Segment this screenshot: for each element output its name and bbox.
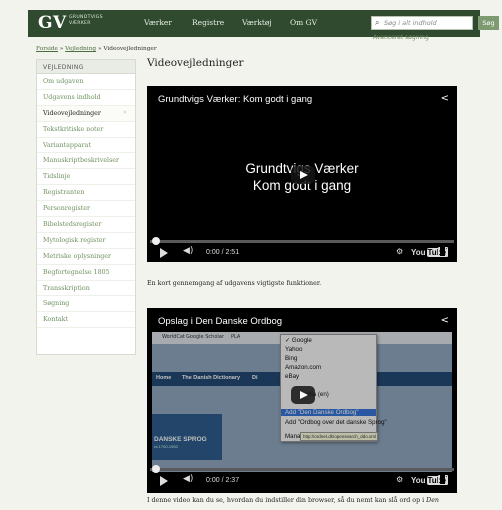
site-header: GV GRUNDTVIGS VÆRKER Værker Registre Vær… [0, 0, 502, 44]
video-player-den-danske-ordbog[interactable]: Opslag i Den Danske Ordbog < WorldCat Go… [147, 308, 457, 493]
play-button[interactable] [291, 386, 315, 404]
gear-icon[interactable]: ⚙ [396, 247, 403, 256]
sidebar-item-tekstkritiske-noter[interactable]: Tekstkritiske noter [37, 122, 135, 138]
page-title: Videovejledninger [147, 57, 244, 69]
logo-subtitle: GRUNDTVIGS VÆRKER [69, 15, 103, 27]
video-title[interactable]: Grundtvigs Værker: Kom godt i gang [158, 94, 312, 105]
breadcrumb-current: Videovejledninger [103, 46, 157, 52]
nav-vaerker[interactable]: Værker [144, 18, 172, 27]
volume-icon[interactable]: ◀) [183, 246, 193, 256]
nav-om-gv[interactable]: Om GV [290, 18, 317, 27]
progress-bar[interactable] [150, 237, 454, 245]
header-bar: GV GRUNDTVIGS VÆRKER Værker Registre Vær… [28, 10, 499, 37]
video-title[interactable]: Opslag i Den Danske Ordbog [158, 316, 282, 327]
logo-subtitle-line2: VÆRKER [69, 21, 91, 26]
video-controls: ◀) 0:00 / 2:51 ⚙ You Tube [147, 244, 457, 262]
progress-bar[interactable] [150, 465, 454, 473]
nav-registre[interactable]: Registre [192, 18, 224, 27]
sidebar-item-udgavens-indhold[interactable]: Udgavens indhold [37, 90, 135, 106]
breadcrumb: Forside » Vejledning » Videovejledninger [36, 46, 157, 52]
sidebar-item-mytologisk-register[interactable]: Mytologisk register [37, 233, 135, 249]
search-icon: ⌕ [375, 18, 380, 27]
advanced-search-link[interactable]: Avanceret søgning [373, 34, 429, 41]
sidebar-item-soegning[interactable]: Søgning [37, 296, 135, 313]
chevron-right-icon: › [123, 108, 126, 116]
fullscreen-icon[interactable] [438, 474, 448, 485]
fullscreen-icon[interactable] [438, 246, 448, 257]
logo[interactable]: GV [38, 13, 67, 33]
play-button[interactable] [291, 166, 315, 184]
sidebar-item-personregister[interactable]: Personregister [37, 201, 135, 218]
breadcrumb-separator: » [97, 46, 102, 52]
sidebar-item-begfortegnelse[interactable]: Begfortegnelse 1805 [37, 265, 135, 281]
sidebar-item-metriske-oplysninger[interactable]: Metriske oplysninger [37, 249, 135, 265]
video-time: 0:00 / 2:51 [206, 249, 240, 256]
nav-vaerktoej[interactable]: Værktøj [242, 18, 272, 27]
search-placeholder: Søg i alt indhold [384, 19, 437, 27]
sidebar-item-kontakt[interactable]: Kontakt [37, 312, 135, 329]
video-caption-text: I denne video kan du se, hvordan du inds… [147, 497, 425, 504]
sidebar-item-om-udgaven[interactable]: Om udgaven [37, 74, 135, 90]
sidebar-item-registranten[interactable]: Registranten [37, 185, 135, 202]
sidebar-heading: VEJLEDNING [37, 60, 135, 74]
play-icon[interactable] [160, 248, 168, 258]
video-controls: ◀) 0:00 / 2:37 ⚙ You Tube [147, 472, 457, 490]
search-input[interactable]: ⌕ Søg i alt indhold [371, 16, 473, 30]
video-time: 0:00 / 2:37 [206, 477, 240, 484]
gear-icon[interactable]: ⚙ [396, 475, 403, 484]
sidebar-item-variantapparat[interactable]: Variantapparat [37, 138, 135, 154]
video-caption: En kort gennemgang af udgavens vigtigste… [147, 280, 322, 287]
video-player-kom-godt-i-gang[interactable]: Grundtvigs Værker: Kom godt i gang < Gru… [147, 86, 457, 262]
volume-icon[interactable]: ◀) [183, 474, 193, 484]
breadcrumb-separator: » [59, 46, 64, 52]
sidebar-item-label: Videovejledninger [43, 109, 101, 117]
sidebar-item-videovejledninger[interactable]: Videovejledninger › [37, 105, 135, 122]
share-icon[interactable]: < [441, 93, 449, 104]
sidebar-item-bibelstedsregister[interactable]: Bibelstedsregister [37, 217, 135, 233]
search-button[interactable]: Søg [478, 16, 499, 30]
breadcrumb-vejledning[interactable]: Vejledning [65, 46, 96, 52]
sidebar-item-manuskriptbeskrivelser[interactable]: Manuskriptbeskrivelser [37, 153, 135, 170]
sidebar: VEJLEDNING Om udgaven Udgavens indhold V… [36, 59, 136, 355]
share-icon[interactable]: < [441, 315, 449, 326]
sidebar-item-tidslinje[interactable]: Tidslinje [37, 169, 135, 186]
sidebar-item-transskription[interactable]: Transskription [37, 281, 135, 297]
video-caption: I denne video kan du se, hvordan du inds… [147, 496, 467, 505]
breadcrumb-forside[interactable]: Forside [36, 46, 58, 52]
play-icon[interactable] [160, 476, 168, 486]
video-caption-italic: Den [426, 497, 439, 504]
